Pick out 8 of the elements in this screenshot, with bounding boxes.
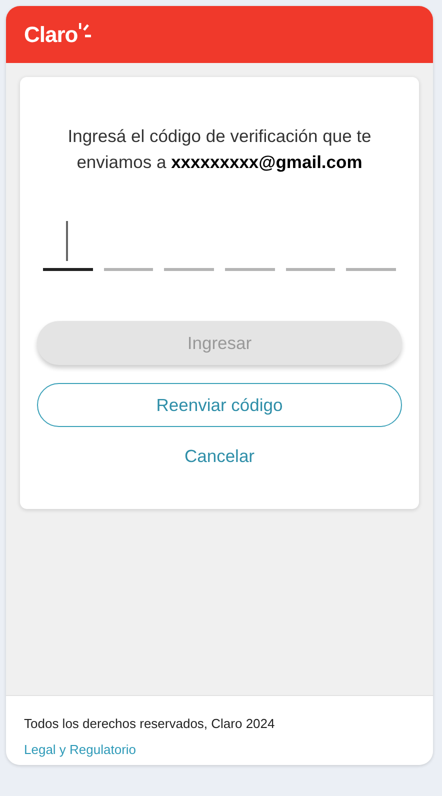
cancel-link[interactable]: Cancelar <box>178 439 261 474</box>
rays-icon <box>78 22 91 38</box>
code-digit-field[interactable] <box>43 219 93 271</box>
copyright-text: Todos los derechos reservados, Claro 2024 <box>24 715 276 733</box>
brand-logo: Claro <box>24 21 78 49</box>
instruction-text: Ingresá el código de verificación que te enviamos a xxxxxxxxx@gmail.com <box>66 125 372 174</box>
legal-link[interactable]: Legal y Regulatorio <box>24 740 136 759</box>
resend-button[interactable]: Reenviar código <box>37 383 402 427</box>
